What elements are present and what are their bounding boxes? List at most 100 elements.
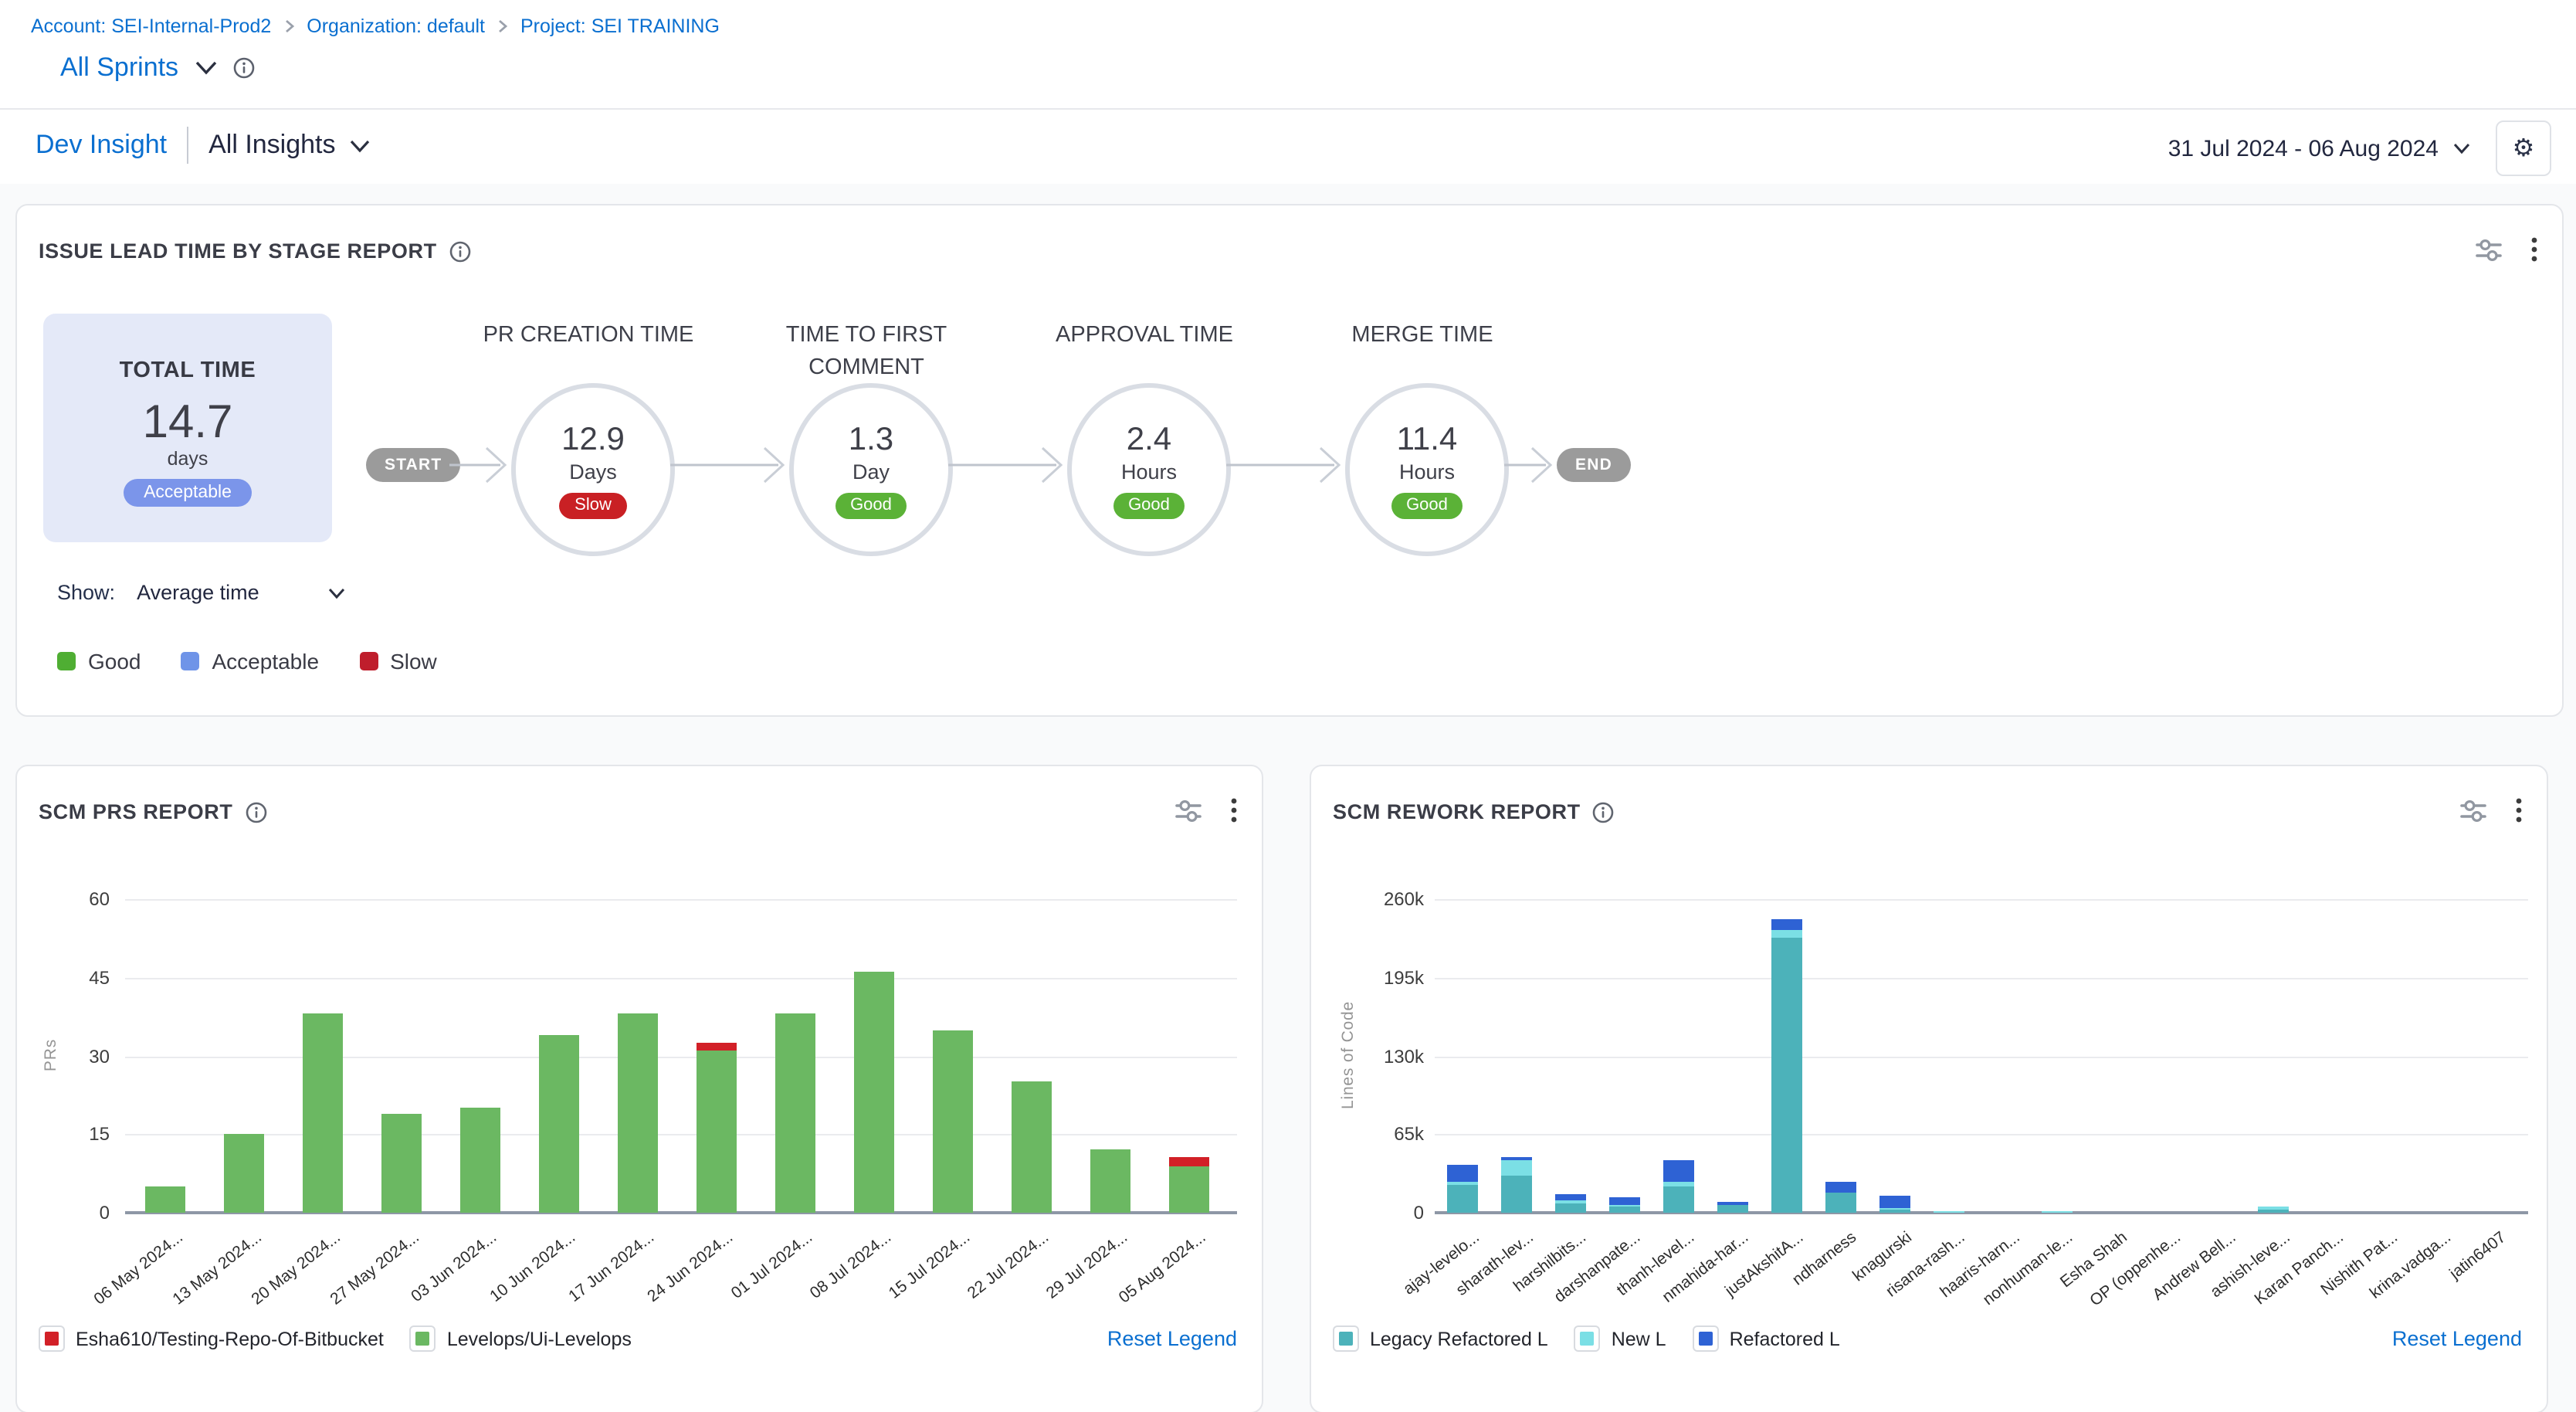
y-tick-label: 195k — [1311, 967, 1424, 989]
x-tick-label: 10 Jun 2024... — [487, 1228, 580, 1306]
bar-segment — [618, 1014, 658, 1213]
legend-label: Good — [88, 649, 141, 674]
x-tick-label: 24 Jun 2024... — [645, 1228, 737, 1306]
series-legend-item[interactable]: New L — [1574, 1325, 1666, 1352]
legend-checkbox — [39, 1325, 65, 1352]
scm-prs-chart: 015304560PRs06 May 2024...13 May 2024...… — [17, 766, 1262, 1412]
x-tick-label: 01 Jul 2024... — [728, 1228, 816, 1303]
legend-swatch — [1339, 1332, 1353, 1346]
bar-segment — [1554, 1203, 1585, 1213]
bar-segment — [1771, 920, 1802, 929]
stage-name-line: PR CREATION TIME — [442, 320, 735, 352]
bar-segment — [697, 1043, 737, 1051]
gridline — [1435, 1135, 2528, 1136]
stage-value: 12.9 — [561, 421, 625, 458]
x-axis-line — [1435, 1211, 2528, 1214]
date-range-label: 31 Jul 2024 - 06 Aug 2024 — [2168, 135, 2439, 161]
reset-legend-link[interactable]: Reset Legend — [2392, 1327, 2522, 1350]
bar-segment — [460, 1108, 500, 1213]
bar-segment — [1879, 1208, 1910, 1210]
breadcrumb-link[interactable]: Organization: default — [307, 15, 485, 37]
bar-segment — [1500, 1157, 1531, 1159]
series-legend-item[interactable]: Levelops/Ui-Levelops — [410, 1325, 632, 1352]
scm-rework-chart: 065k130k195k260kLines of Codeajay-levelo… — [1311, 766, 2547, 1412]
show-value: Average time — [137, 581, 259, 604]
series-legend-item[interactable]: Esha610/Testing-Repo-Of-Bitbucket — [39, 1325, 384, 1352]
bar-segment — [1090, 1150, 1130, 1213]
stage-name: APPROVAL TIME — [998, 320, 1291, 352]
bar-segment — [303, 1014, 343, 1213]
scm-rework-legend: Legacy Refactored L New L Refactored L — [1333, 1325, 1840, 1352]
top-bar: Account: SEI-Internal-Prod2 Organization:… — [0, 0, 2576, 110]
bar-segment — [1554, 1195, 1585, 1201]
widget-filters-icon[interactable] — [2476, 237, 2502, 262]
legend-label: Esha610/Testing-Repo-Of-Bitbucket — [76, 1328, 384, 1349]
insight-bar: Dev Insight All Insights 31 Jul 2024 - 0… — [0, 110, 2576, 185]
breadcrumb-link[interactable]: Project: SEI TRAINING — [520, 15, 720, 37]
chevron-down-icon — [350, 138, 371, 152]
bar-segment — [1446, 1185, 1477, 1213]
bar-segment — [1500, 1159, 1531, 1175]
bar-segment — [775, 1014, 815, 1213]
bar-segment — [2257, 1209, 2288, 1213]
issue-lead-time-panel: ISSUE LEAD TIME BY STAGE REPORT TOTAL TI… — [15, 204, 2564, 717]
y-tick-label: 60 — [17, 888, 110, 910]
stage-unit: Days — [569, 460, 617, 483]
show-dropdown[interactable]: Show: Average time — [57, 581, 346, 604]
y-tick-label: 15 — [17, 1124, 110, 1146]
bar-segment — [1771, 938, 1802, 1213]
chevron-down-icon — [2452, 142, 2471, 154]
x-tick-label: 15 Jul 2024... — [886, 1228, 974, 1303]
kebab-menu-icon[interactable] — [2531, 236, 2537, 263]
reset-legend-link[interactable]: Reset Legend — [1107, 1327, 1237, 1350]
y-tick-label: 65k — [1311, 1124, 1424, 1146]
stage-status-badge: Good — [1113, 492, 1185, 518]
flow-start-pill: START — [366, 448, 460, 482]
bar-segment — [1933, 1210, 1964, 1213]
legend-checkbox — [1693, 1325, 1719, 1352]
legend-item: Slow — [359, 649, 437, 674]
bar-segment — [697, 1051, 737, 1213]
legend-checkbox — [1574, 1325, 1601, 1352]
stage-value: 1.3 — [849, 421, 893, 458]
legend-swatch — [1699, 1332, 1713, 1346]
bar-segment — [539, 1035, 579, 1213]
y-tick-label: 45 — [17, 967, 110, 989]
insights-dropdown[interactable]: All Insights — [208, 130, 371, 161]
series-legend-item[interactable]: Legacy Refactored L — [1333, 1325, 1548, 1352]
legend-swatch — [45, 1332, 59, 1346]
stage-name-line: MERGE TIME — [1276, 320, 1569, 352]
flow-arrow — [1226, 443, 1342, 487]
y-tick-label: 130k — [1311, 1045, 1424, 1067]
legend-label: Refactored L — [1730, 1328, 1840, 1349]
bar-segment — [1825, 1192, 1856, 1213]
chevron-down-icon — [327, 586, 346, 599]
stage-unit: Hours — [1399, 460, 1455, 483]
stage-value: 2.4 — [1127, 421, 1171, 458]
sprint-selector[interactable]: All Sprints — [60, 53, 254, 83]
insight-title[interactable]: Dev Insight — [36, 130, 167, 161]
series-legend-item[interactable]: Refactored L — [1693, 1325, 1840, 1352]
bar-segment — [2041, 1210, 2072, 1213]
info-icon[interactable] — [232, 57, 254, 79]
legend-checkbox — [1333, 1325, 1359, 1352]
y-tick-label: 260k — [1311, 888, 1424, 910]
bar-segment — [1608, 1204, 1639, 1207]
bar-segment — [1608, 1197, 1639, 1204]
legend-label: Levelops/Ui-Levelops — [447, 1328, 632, 1349]
flow-arrow — [948, 443, 1064, 487]
breadcrumb-link[interactable]: Account: SEI-Internal-Prod2 — [31, 15, 271, 37]
status-legend: GoodAcceptableSlow — [57, 649, 437, 674]
stage-name-line: APPROVAL TIME — [998, 320, 1291, 352]
bar-segment — [1663, 1186, 1693, 1213]
info-icon[interactable] — [449, 240, 471, 262]
stage-status-badge: Slow — [559, 492, 627, 518]
bar-segment — [224, 1135, 264, 1213]
bar-segment — [1500, 1176, 1531, 1213]
bar-segment — [1446, 1181, 1477, 1185]
date-range-picker[interactable]: 31 Jul 2024 - 06 Aug 2024 — [2168, 135, 2471, 161]
bar-segment — [1554, 1200, 1585, 1203]
x-tick-label: 22 Jul 2024... — [964, 1228, 1052, 1303]
chevron-right-icon — [497, 19, 508, 34]
settings-button[interactable]: ⚙ — [2496, 120, 2551, 176]
